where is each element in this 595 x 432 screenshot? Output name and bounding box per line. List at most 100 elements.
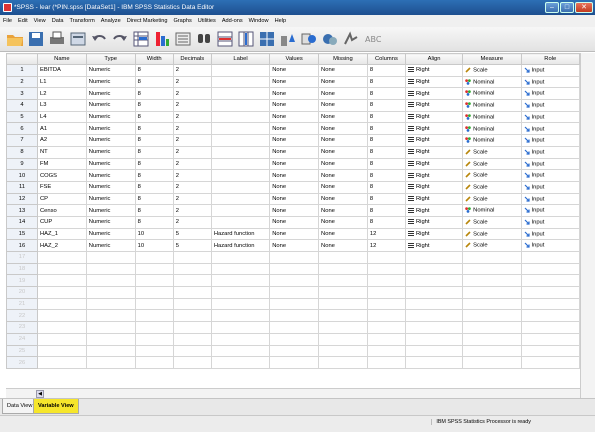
empty-cell[interactable] [269,262,320,276]
empty-cell[interactable] [404,309,464,323]
cell-missing[interactable]: None [318,87,368,101]
row-number[interactable]: 17 [6,251,38,264]
cell-decimals[interactable]: 2 [172,145,212,159]
cell-values[interactable]: None [269,227,320,241]
empty-cell[interactable] [318,262,368,276]
cell-name[interactable]: L1 [36,75,87,89]
cell-columns[interactable]: 8 [366,215,406,229]
empty-cell[interactable] [172,309,212,323]
empty-cell[interactable] [404,286,464,299]
empty-cell[interactable] [404,262,464,276]
cell-measure[interactable]: Scale [462,180,522,194]
empty-cell[interactable] [210,274,271,288]
empty-cell[interactable] [172,286,212,299]
empty-cell[interactable] [134,321,174,334]
cell-type[interactable]: Numeric [85,134,136,147]
cell-values[interactable]: None [269,169,320,182]
cell-name[interactable]: L2 [36,87,87,101]
table-row[interactable]: 10 COGS Numeric 8 2 None None 8 Right Scale Input [6,169,580,182]
table-row[interactable]: 8 NT Numeric 8 2 None None 8 Right Scale Input [6,145,580,159]
tab-variable-view[interactable]: Variable View [33,399,79,414]
menu-graphs[interactable]: Graphs [173,18,191,24]
cell-name[interactable]: COGS [36,169,87,182]
cell-missing[interactable]: None [318,64,368,77]
cell-role[interactable]: Input [520,64,580,77]
empty-cell[interactable] [269,332,320,346]
cell-width[interactable]: 8 [134,192,174,206]
empty-cell[interactable] [404,356,464,369]
cell-role[interactable]: Input [520,99,580,112]
cell-missing[interactable]: None [318,227,368,241]
cell-missing[interactable]: None [318,215,368,229]
cell-columns[interactable]: 8 [366,169,406,182]
column-header-name[interactable]: Name [36,53,87,65]
cell-name[interactable]: A2 [36,134,87,147]
empty-cell[interactable] [85,251,136,264]
cell-decimals[interactable]: 2 [172,64,212,77]
cell-type[interactable]: Numeric [85,180,136,194]
cell-name[interactable]: L3 [36,99,87,112]
empty-cell[interactable] [366,356,406,369]
cell-name[interactable]: NT [36,145,87,159]
column-header-columns[interactable]: Columns [366,53,406,65]
empty-cell[interactable] [520,332,580,346]
empty-cell[interactable] [520,344,580,358]
empty-cell[interactable] [366,262,406,276]
row-number[interactable]: 20 [6,286,38,299]
cell-role[interactable]: Input [520,180,580,194]
cell-name[interactable]: CP [36,192,87,206]
column-header-label[interactable]: Label [210,53,271,65]
cell-decimals[interactable]: 2 [172,169,212,182]
empty-row[interactable]: 25 [6,344,580,358]
menu-file[interactable]: File [3,18,12,24]
cell-type[interactable]: Numeric [85,157,136,171]
cell-missing[interactable]: None [318,180,368,194]
cell-decimals[interactable]: 2 [172,99,212,112]
cell-missing[interactable]: None [318,157,368,171]
cell-columns[interactable]: 8 [366,122,406,136]
empty-cell[interactable] [172,297,212,311]
table-row[interactable]: 15 HAZ_1 Numeric 10 5 Hazard function None None… [6,227,580,241]
empty-cell[interactable] [210,332,271,346]
column-header-measure[interactable]: Measure [462,53,522,65]
cell-missing[interactable]: None [318,239,368,252]
cell-role[interactable]: Input [520,192,580,206]
cell-columns[interactable]: 8 [366,134,406,147]
cell-width[interactable]: 8 [134,169,174,182]
empty-cell[interactable] [269,274,320,288]
table-row[interactable]: 11 FSE Numeric 8 2 None None 8 Right Scale Input [6,180,580,194]
row-number[interactable]: 11 [6,180,38,194]
menu-analyze[interactable]: Analyze [101,18,121,24]
cell-measure[interactable]: Nominal [462,99,522,112]
empty-cell[interactable] [210,297,271,311]
table-row[interactable]: 5 L4 Numeric 8 2 None None 8 Right Nominal Input [6,110,580,124]
empty-row[interactable]: 24 [6,332,580,346]
empty-cell[interactable] [269,356,320,369]
empty-cell[interactable] [520,262,580,276]
cell-role[interactable]: Input [520,145,580,159]
cell-type[interactable]: Numeric [85,75,136,89]
cell-values[interactable]: None [269,99,320,112]
empty-cell[interactable] [366,286,406,299]
empty-cell[interactable] [85,356,136,369]
cell-type[interactable]: Numeric [85,87,136,101]
cell-align[interactable]: Right [404,227,464,241]
table-row[interactable]: 6 A1 Numeric 8 2 None None 8 Right Nominal Input [6,122,580,136]
empty-cell[interactable] [269,321,320,334]
cell-name[interactable]: L4 [36,110,87,124]
cell-role[interactable]: Input [520,227,580,241]
cell-label[interactable] [210,192,271,206]
table-row[interactable]: 13 Censo Numeric 8 2 None None 8 Right Nominal Inp… [6,204,580,217]
insert-cases-icon[interactable] [216,30,234,48]
row-number[interactable]: 18 [6,262,38,276]
cell-align[interactable]: Right [404,99,464,112]
empty-cell[interactable] [269,297,320,311]
column-header-type[interactable]: Type [85,53,136,65]
empty-cell[interactable] [520,251,580,264]
cell-label[interactable] [210,145,271,159]
empty-cell[interactable] [85,262,136,276]
empty-cell[interactable] [36,251,87,264]
row-number[interactable]: 16 [6,239,38,252]
empty-cell[interactable] [210,321,271,334]
row-number[interactable]: 23 [6,321,38,334]
